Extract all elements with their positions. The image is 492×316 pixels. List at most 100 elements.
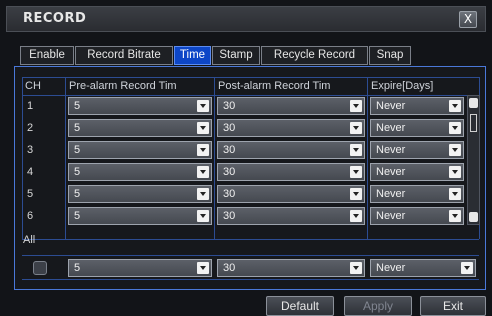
chevron-down-icon	[449, 144, 461, 156]
expire-value: Never	[376, 188, 406, 200]
header-expire: Expire[Days]	[371, 80, 434, 92]
all-pre-alarm-select[interactable]: 5	[68, 259, 212, 277]
all-label: All	[23, 234, 36, 246]
grid-line	[65, 77, 66, 239]
grid-line	[367, 77, 368, 239]
post-alarm-value: 30	[223, 100, 236, 112]
scroll-thumb[interactable]	[470, 114, 477, 132]
chevron-down-icon	[449, 122, 461, 134]
chevron-down-icon	[449, 188, 461, 200]
grid-line	[22, 77, 479, 78]
post-alarm-value: 30	[223, 144, 236, 156]
channel-number: 6	[27, 210, 34, 222]
chevron-down-icon	[350, 166, 362, 178]
grid-line	[22, 95, 479, 96]
chevron-down-icon	[350, 100, 362, 112]
post-alarm-select[interactable]: 30	[217, 97, 365, 115]
channel-number: 3	[27, 144, 34, 156]
exit-button[interactable]: Exit	[420, 296, 486, 316]
chevron-down-icon	[461, 262, 473, 274]
post-alarm-select[interactable]: 30	[217, 185, 365, 203]
pre-alarm-value: 5	[74, 100, 81, 112]
expire-value: Never	[376, 100, 406, 112]
pre-alarm-select[interactable]: 5	[68, 97, 212, 115]
grid-line	[214, 77, 215, 239]
grid-line	[22, 77, 23, 239]
time-settings-panel: CH Pre-alarm Record Tim Post-alarm Recor…	[14, 66, 486, 290]
chevron-down-icon	[350, 122, 362, 134]
post-alarm-select[interactable]: 30	[217, 163, 365, 181]
chevron-down-icon	[197, 188, 209, 200]
expire-select[interactable]: Never	[370, 141, 464, 159]
chevron-down-icon	[449, 166, 461, 178]
channel-number: 4	[27, 166, 34, 178]
header-pre-alarm: Pre-alarm Record Tim	[69, 80, 177, 92]
pre-alarm-value: 5	[74, 144, 81, 156]
tab-time[interactable]: Time	[174, 46, 211, 65]
expire-value: Never	[376, 210, 406, 222]
expire-value: Never	[376, 166, 406, 178]
chevron-down-icon	[350, 144, 362, 156]
pre-alarm-select[interactable]: 5	[68, 207, 212, 225]
chevron-down-icon	[197, 166, 209, 178]
close-button[interactable]: X	[459, 11, 477, 28]
tab-enable[interactable]: Enable	[20, 46, 74, 65]
chevron-down-icon	[350, 210, 362, 222]
default-button[interactable]: Default	[266, 296, 334, 316]
pre-alarm-value: 5	[74, 122, 81, 134]
all-post-alarm-select[interactable]: 30	[217, 259, 365, 277]
channel-number: 1	[27, 100, 34, 112]
post-alarm-select[interactable]: 30	[217, 119, 365, 137]
pre-alarm-value: 5	[74, 210, 81, 222]
post-alarm-value: 30	[223, 210, 236, 222]
chevron-down-icon	[197, 122, 209, 134]
tab-recycle-record[interactable]: Recycle Record	[261, 46, 368, 65]
expire-select[interactable]: Never	[370, 163, 464, 181]
scroll-up-icon[interactable]	[469, 98, 478, 108]
expire-select[interactable]: Never	[370, 207, 464, 225]
expire-select[interactable]: Never	[370, 185, 464, 203]
table-scrollbar[interactable]	[467, 95, 480, 225]
pre-alarm-select[interactable]: 5	[68, 141, 212, 159]
tab-snap[interactable]: Snap	[369, 46, 411, 65]
all-expire-select[interactable]: Never	[370, 259, 476, 277]
chevron-down-icon	[449, 100, 461, 112]
pre-alarm-select[interactable]: 5	[68, 119, 212, 137]
expire-select[interactable]: Never	[370, 97, 464, 115]
post-alarm-value: 30	[223, 262, 236, 274]
expire-select[interactable]: Never	[370, 119, 464, 137]
scroll-down-icon[interactable]	[469, 212, 478, 222]
channel-number: 2	[27, 122, 34, 134]
grid-line	[22, 239, 479, 240]
expire-value: Never	[376, 144, 406, 156]
post-alarm-select[interactable]: 30	[217, 207, 365, 225]
tab-record-bitrate[interactable]: Record Bitrate	[75, 46, 173, 65]
pre-alarm-select[interactable]: 5	[68, 185, 212, 203]
expire-value: Never	[376, 122, 406, 134]
expire-value: Never	[376, 262, 406, 274]
post-alarm-select[interactable]: 30	[217, 141, 365, 159]
chevron-down-icon	[197, 100, 209, 112]
chevron-down-icon	[350, 188, 362, 200]
grid-line	[22, 255, 479, 256]
chevron-down-icon	[350, 262, 362, 274]
header-ch: CH	[25, 80, 41, 92]
post-alarm-value: 30	[223, 122, 236, 134]
all-checkbox[interactable]	[33, 261, 47, 275]
chevron-down-icon	[197, 262, 209, 274]
chevron-down-icon	[449, 210, 461, 222]
record-dialog: RECORD X Enable Record Bitrate Time Stam…	[0, 0, 492, 316]
tab-stamp[interactable]: Stamp	[212, 46, 260, 65]
post-alarm-value: 30	[223, 166, 236, 178]
close-icon: X	[463, 12, 473, 26]
pre-alarm-select[interactable]: 5	[68, 163, 212, 181]
pre-alarm-value: 5	[74, 166, 81, 178]
chevron-down-icon	[197, 144, 209, 156]
channel-number: 5	[27, 188, 34, 200]
chevron-down-icon	[197, 210, 209, 222]
pre-alarm-value: 5	[74, 188, 81, 200]
grid-line	[22, 279, 479, 280]
header-post-alarm: Post-alarm Record Tim	[218, 80, 331, 92]
apply-button[interactable]: Apply	[344, 296, 412, 316]
dialog-title: RECORD	[23, 11, 87, 26]
